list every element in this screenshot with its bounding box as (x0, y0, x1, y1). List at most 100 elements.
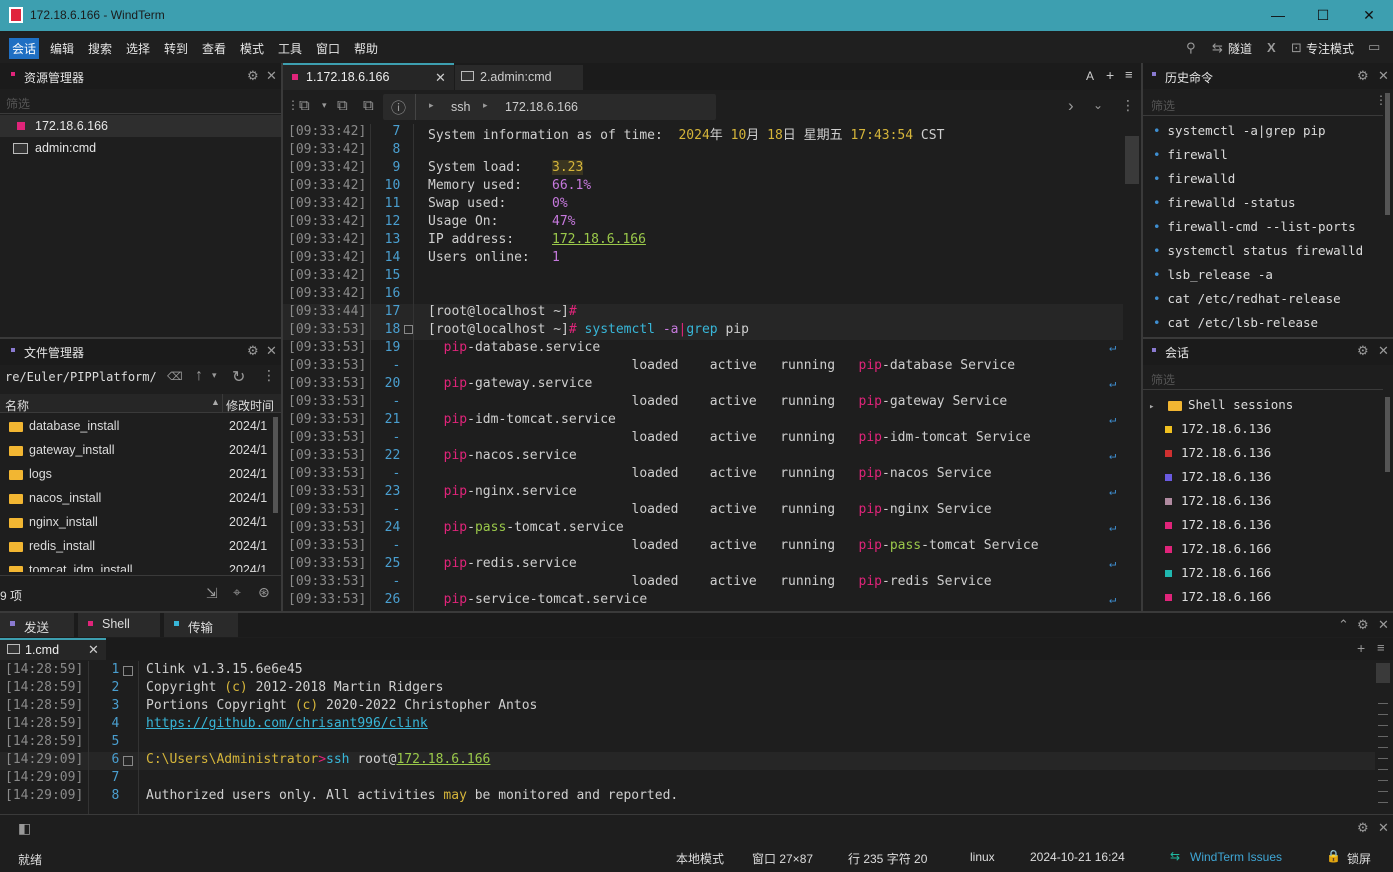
x-icon[interactable]: X (1267, 40, 1276, 55)
tab-cmd[interactable]: 1.cmd ✕ (0, 638, 106, 660)
address-host[interactable]: 172.18.6.166 (505, 100, 578, 114)
chevron-down-icon[interactable]: ⌄ (1093, 98, 1103, 112)
resource-filter-input[interactable]: 筛选 (6, 95, 30, 112)
new-tab-button[interactable]: + (1357, 640, 1365, 656)
history-item[interactable]: • firewall (1153, 147, 1383, 171)
file-row[interactable]: nginx_install 2024/1 (0, 511, 272, 535)
duplicate-icon[interactable]: ⧉ (337, 97, 348, 114)
session-item[interactable]: 172.18.6.166 (1165, 589, 1385, 613)
file-row[interactable]: nacos_install 2024/1 (0, 487, 272, 511)
chevron-right-icon[interactable]: › (1068, 96, 1074, 116)
bottom-tab-1[interactable]: Shell (78, 613, 160, 637)
fold-icon[interactable] (404, 325, 413, 334)
address-proto[interactable]: ssh (451, 100, 470, 114)
fold-icon[interactable] (123, 756, 133, 766)
session-item[interactable]: 172.18.6.136 (1165, 469, 1385, 493)
tunnel-icon[interactable]: ⇆ (1212, 40, 1223, 56)
menu-window[interactable]: 窗口 (313, 40, 343, 57)
file-scrollbar[interactable] (273, 417, 278, 513)
session-item[interactable]: 172.18.6.136 (1165, 517, 1385, 541)
close-icon[interactable]: ✕ (1378, 617, 1389, 633)
session-item[interactable]: 172.18.6.136 (1165, 445, 1385, 469)
open-icon[interactable]: ⧉ (363, 97, 374, 114)
resource-item-cmd[interactable]: admin:cmd (0, 137, 281, 159)
history-item[interactable]: • systemctl status firewalld (1153, 243, 1383, 267)
history-filter-input[interactable]: 筛选 (1151, 97, 1175, 114)
history-item[interactable]: • cat /etc/lsb-release (1153, 315, 1383, 339)
history-item[interactable]: • firewalld (1153, 171, 1383, 195)
gear-icon[interactable]: ⚙ (1357, 68, 1369, 84)
location-pin-icon[interactable]: ⌖ (233, 584, 241, 601)
cmd-scrollbar[interactable] (1376, 663, 1390, 683)
shell-sessions-group[interactable]: ▸ Shell sessions (1149, 397, 1293, 412)
terminal-view[interactable]: [09:33:42] 7 [09:33:42] 8 [09:33:42] 9 [09:33:… (283, 124, 1141, 611)
focus-icon[interactable]: ⊡ (1291, 40, 1302, 56)
close-icon[interactable]: ✕ (266, 68, 277, 84)
command-input-area[interactable]: ◧ ⚙ ✕ (0, 815, 1393, 842)
font-button[interactable]: A (1086, 69, 1094, 83)
file-row[interactable]: gateway_install 2024/1 (0, 439, 272, 463)
file-row[interactable]: redis_install 2024/1 (0, 535, 272, 559)
close-icon[interactable]: ✕ (266, 343, 277, 359)
up-arrow-icon[interactable]: ↑ (195, 367, 203, 385)
gear-icon[interactable]: ⚙ (247, 343, 259, 359)
focus-mode-button[interactable]: 专注模式 (1303, 40, 1357, 57)
more-icon[interactable]: ⋮ (1121, 97, 1135, 114)
windterm-issues-link[interactable]: WindTerm Issues (1190, 850, 1282, 864)
menu-mode[interactable]: 模式 (237, 40, 267, 57)
file-row[interactable]: database_install 2024/1 (0, 415, 272, 439)
chevron-down-icon[interactable]: ▾ (322, 100, 327, 111)
tab-menu-button[interactable]: ≡ (1125, 67, 1133, 82)
tab-menu-button[interactable]: ≡ (1377, 640, 1385, 655)
tab-session-166[interactable]: 1.172.18.6.166 ✕ (283, 63, 454, 90)
chevron-down-icon[interactable]: ▾ (212, 370, 217, 381)
info-icon[interactable]: ⓘ (391, 97, 406, 118)
col-mtime-header[interactable]: 修改时间 (226, 397, 274, 414)
close-button[interactable]: ✕ (1346, 0, 1392, 31)
tab-close-icon[interactable]: ✕ (88, 642, 99, 658)
cmd-terminal-view[interactable]: [14:28:59] 1 [14:28:59] 2 [14:28:59] 3 [14:28:… (0, 661, 1393, 814)
sessions-scrollbar[interactable] (1385, 397, 1390, 472)
menu-select[interactable]: 选择 (123, 40, 153, 57)
session-item[interactable]: 172.18.6.136 (1165, 421, 1385, 445)
file-row[interactable]: tomcat_idm_install 2024/1 (0, 559, 272, 572)
maximize-button[interactable]: ☐ (1300, 0, 1346, 31)
minimize-button[interactable]: — (1255, 0, 1301, 31)
menu-view[interactable]: 查看 (199, 40, 229, 57)
search-icon[interactable]: ⚲ (1186, 40, 1196, 56)
close-icon[interactable]: ✕ (1378, 343, 1389, 359)
location-pin-alt-icon[interactable]: ⊛ (258, 584, 270, 601)
menu-search[interactable]: 搜索 (85, 40, 115, 57)
new-tab-button[interactable]: + (1106, 67, 1114, 83)
history-item[interactable]: • firewalld -status (1153, 195, 1383, 219)
issues-icon[interactable]: ⇆ (1170, 849, 1180, 863)
history-item[interactable]: • lsb_release -a (1153, 267, 1383, 291)
sessions-filter-input[interactable]: 筛选 (1151, 371, 1175, 388)
history-scrollbar[interactable] (1385, 93, 1390, 215)
status-mode[interactable]: 本地模式 (676, 850, 724, 867)
file-row[interactable]: logs 2024/1 (0, 463, 272, 487)
clear-icon[interactable]: ⌫ (167, 370, 183, 383)
lock-screen-button[interactable]: 锁屏 (1347, 850, 1371, 867)
gear-icon[interactable]: ⚙ (247, 68, 259, 84)
tab-admin-cmd[interactable]: 2.admin:cmd (455, 65, 583, 90)
path-input[interactable]: re/Euler/PIPPlatform/ (5, 370, 157, 384)
more-icon[interactable]: ⋮ (262, 367, 276, 384)
close-icon[interactable]: ✕ (1378, 820, 1389, 836)
menu-goto[interactable]: 转到 (161, 40, 191, 57)
refresh-icon[interactable]: ↻ (232, 367, 245, 387)
collapse-icon[interactable]: ⌃ (1338, 617, 1349, 633)
layout-icon[interactable]: ▭ (1368, 39, 1380, 55)
menu-session[interactable]: 会话 (9, 38, 40, 59)
history-item[interactable]: • cat /etc/redhat-release (1153, 291, 1383, 315)
close-icon[interactable]: ✕ (1378, 68, 1389, 84)
history-item[interactable]: • systemctl -a|grep pip (1153, 123, 1383, 147)
fold-icon[interactable] (123, 666, 133, 676)
col-name-header[interactable]: 名称 (5, 397, 29, 414)
session-item[interactable]: 172.18.6.136 (1165, 493, 1385, 517)
history-item[interactable]: • firewall-cmd --list-ports (1153, 219, 1383, 243)
send-bar-icon[interactable]: ◧ (18, 820, 31, 837)
session-item[interactable]: 172.18.6.166 (1165, 541, 1385, 565)
clink-link[interactable]: https://github.com/chrisant996/clink (146, 716, 678, 734)
session-item[interactable]: 172.18.6.166 (1165, 565, 1385, 589)
